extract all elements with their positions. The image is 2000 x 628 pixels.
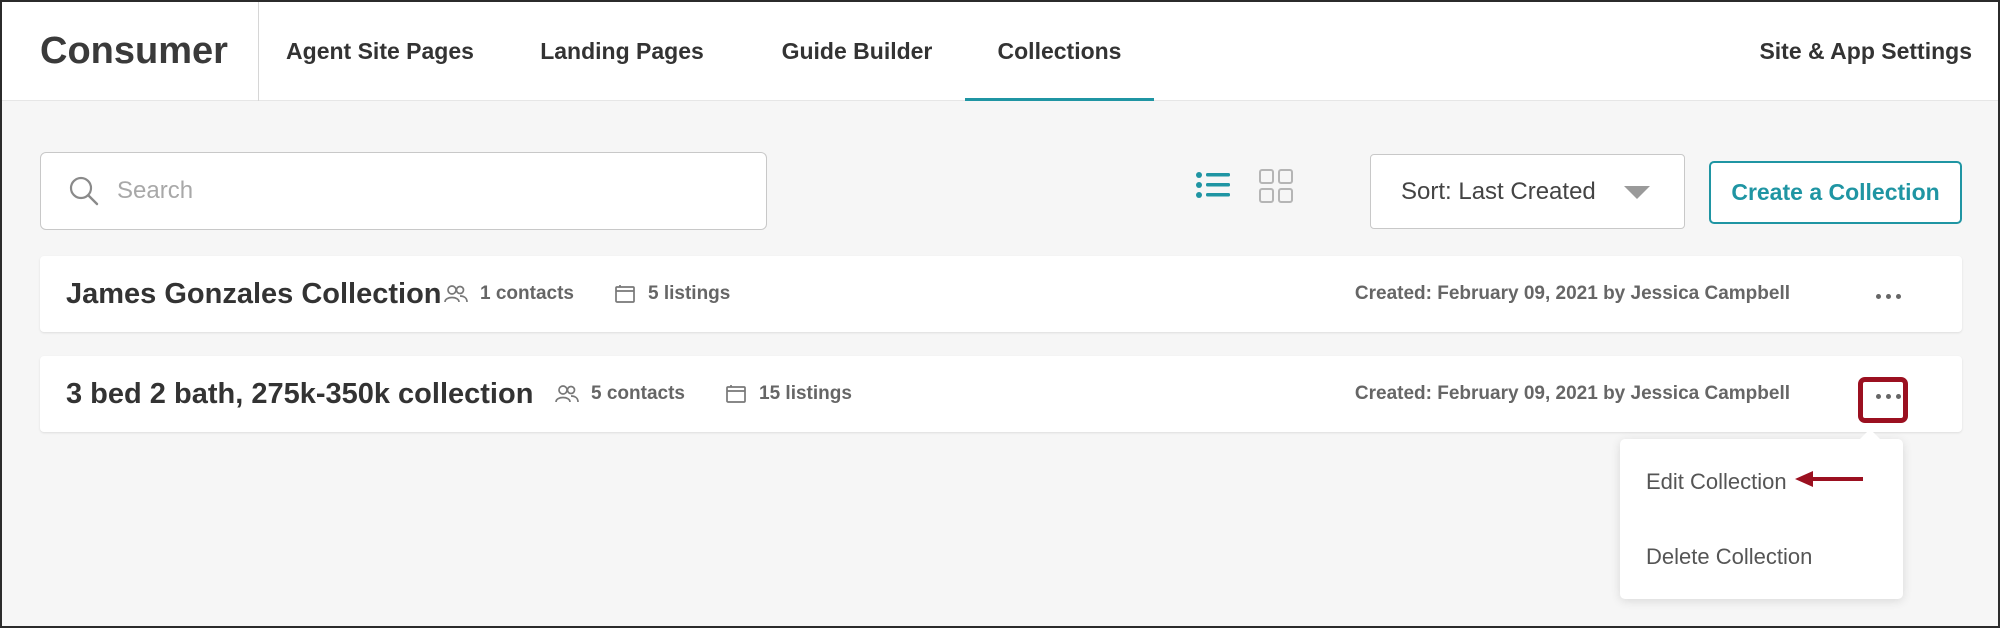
menu-item-edit-collection[interactable]: Edit Collection bbox=[1646, 462, 1787, 502]
highlight-box bbox=[1858, 377, 1908, 423]
list-view-button[interactable] bbox=[1194, 167, 1234, 207]
contacts-icon bbox=[444, 285, 468, 303]
search-input[interactable] bbox=[117, 177, 697, 205]
created-info: Created: February 09, 2021 by Jessica Ca… bbox=[1354, 283, 1790, 304]
contacts-label: 1 contacts bbox=[480, 283, 574, 304]
listings-label: 15 listings bbox=[759, 383, 852, 404]
tab-landing-pages[interactable]: Landing Pages bbox=[527, 2, 717, 101]
site-app-settings-link[interactable]: Site & App Settings bbox=[1742, 2, 1972, 101]
listings-count: 15 listings bbox=[725, 356, 852, 432]
menu-item-delete-collection[interactable]: Delete Collection bbox=[1646, 537, 1812, 577]
search-icon bbox=[69, 176, 99, 206]
collection-options-menu: Edit Collection Delete Collection bbox=[1620, 429, 1903, 599]
collection-row[interactable]: 3 bed 2 bath, 275k-350k collection 5 con… bbox=[40, 356, 1962, 432]
listings-label: 5 listings bbox=[648, 283, 731, 304]
contacts-count: 5 contacts bbox=[555, 356, 685, 432]
search-box[interactable] bbox=[40, 152, 767, 230]
tab-agent-site-pages[interactable]: Agent Site Pages bbox=[280, 2, 480, 101]
annotation-arrow-icon bbox=[1795, 471, 1863, 487]
contacts-icon bbox=[555, 385, 579, 403]
brand-title: Consumer bbox=[40, 30, 228, 72]
listings-count: 5 listings bbox=[614, 256, 730, 332]
tab-collections[interactable]: Collections bbox=[965, 2, 1154, 101]
grid-view-icon bbox=[1259, 169, 1293, 203]
listings-icon bbox=[615, 285, 635, 303]
contacts-label: 5 contacts bbox=[591, 383, 685, 404]
chevron-down-icon bbox=[1624, 186, 1650, 199]
create-collection-button[interactable]: Create a Collection bbox=[1709, 161, 1962, 224]
created-info: Created: February 09, 2021 by Jessica Ca… bbox=[1354, 383, 1790, 404]
more-options-button[interactable] bbox=[1870, 278, 1906, 314]
grid-view-button[interactable] bbox=[1257, 167, 1297, 207]
collection-title[interactable]: James Gonzales Collection bbox=[66, 256, 442, 332]
list-view-icon bbox=[1196, 172, 1230, 198]
brand-divider bbox=[258, 2, 259, 101]
app-window: Consumer Agent Site Pages Landing Pages … bbox=[0, 0, 2000, 628]
sort-dropdown[interactable]: Sort: Last Created bbox=[1370, 154, 1685, 229]
tab-guide-builder[interactable]: Guide Builder bbox=[767, 2, 947, 101]
contacts-count: 1 contacts bbox=[444, 256, 574, 332]
sort-label: Sort: Last Created bbox=[1401, 177, 1596, 205]
listings-icon bbox=[726, 385, 746, 403]
collection-title[interactable]: 3 bed 2 bath, 275k-350k collection bbox=[66, 356, 533, 432]
top-navigation-bar: Consumer Agent Site Pages Landing Pages … bbox=[2, 2, 1998, 101]
more-horizontal-icon bbox=[1875, 293, 1901, 299]
collection-row[interactable]: James Gonzales Collection 1 contacts 5 l… bbox=[40, 256, 1962, 332]
